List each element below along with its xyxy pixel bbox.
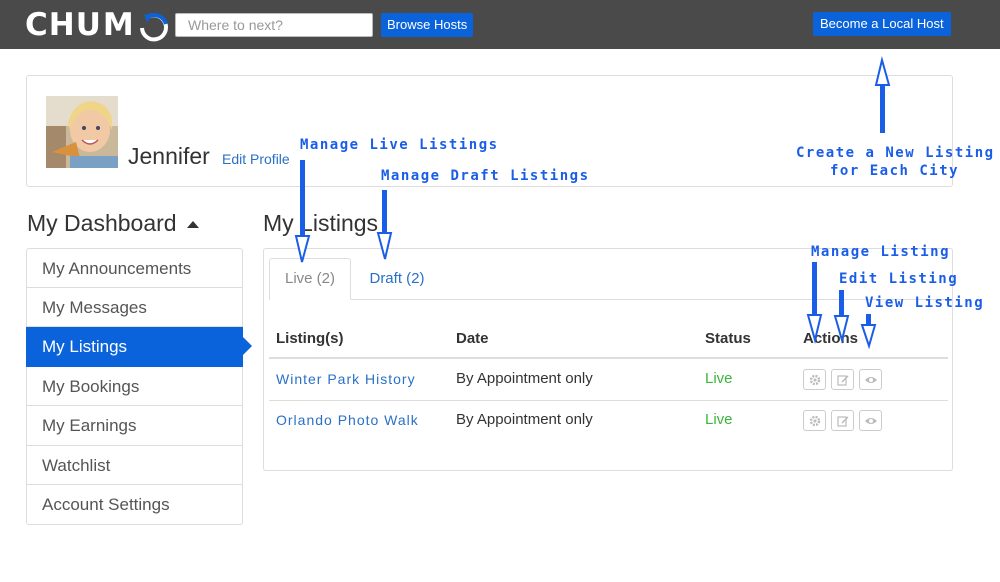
annotation-arrows xyxy=(294,56,891,350)
